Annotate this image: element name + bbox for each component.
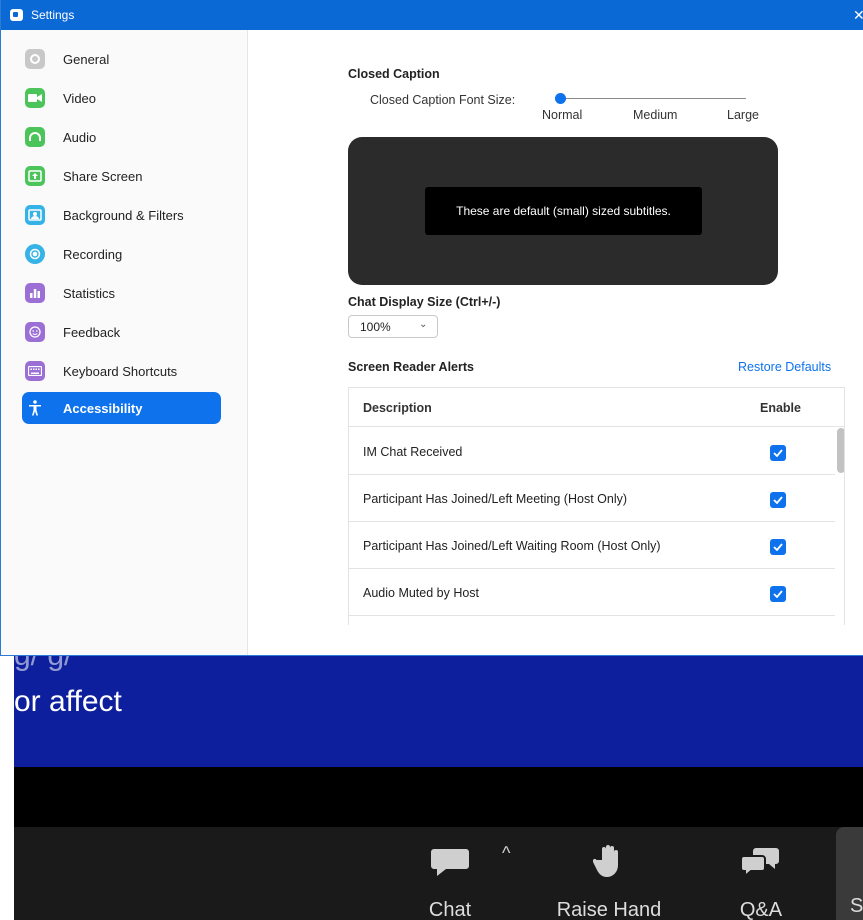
partial-toolbar-button[interactable]: S — [836, 827, 863, 920]
table-header: Description Enable — [349, 388, 844, 427]
settings-sidebar: General Video Audio Share Screen Backgro… — [1, 30, 248, 655]
keyboard-icon — [25, 361, 45, 381]
gear-icon — [25, 49, 45, 69]
row-description: Participant Has Joined/Left Waiting Room… — [363, 539, 661, 553]
sidebar-item-label: General — [63, 51, 110, 67]
sidebar-item-video[interactable]: Video — [22, 82, 221, 114]
closed-caption-heading: Closed Caption — [348, 67, 440, 81]
meeting-video-area — [14, 767, 863, 827]
slider-label-normal: Normal — [542, 108, 583, 122]
headphones-icon — [25, 127, 45, 147]
restore-defaults-link[interactable]: Restore Defaults — [738, 360, 831, 374]
sidebar-item-label: Recording — [63, 246, 123, 262]
close-icon[interactable]: ✕ — [853, 7, 863, 24]
qa-button[interactable]: Q&A — [729, 827, 793, 920]
raise-hand-button[interactable]: Raise Hand — [544, 827, 674, 920]
background-edge — [0, 655, 14, 920]
column-description: Description — [363, 401, 432, 415]
sidebar-item-label: Accessibility — [63, 400, 143, 416]
chat-icon — [430, 845, 470, 877]
accessibility-icon — [25, 398, 45, 418]
partial-toolbar-label: S — [850, 895, 863, 917]
sidebar-item-label: Video — [63, 90, 97, 106]
caption-preview-text: These are default (small) sized subtitle… — [425, 187, 702, 235]
raise-hand-label: Raise Hand — [556, 899, 662, 920]
chat-size-value: 100% — [360, 320, 391, 334]
sidebar-item-audio[interactable]: Audio — [22, 121, 221, 153]
sidebar-item-label: Background & Filters — [63, 207, 184, 223]
slider-label-medium: Medium — [633, 108, 678, 122]
slide-partial-text: g/ g/ — [14, 655, 73, 672]
caption-preview: These are default (small) sized subtitle… — [348, 137, 778, 285]
zoom-app-icon — [10, 9, 23, 21]
slider-thumb[interactable] — [555, 93, 566, 104]
video-camera-icon — [25, 88, 45, 108]
table-scrollbar[interactable] — [837, 428, 844, 473]
enable-checkbox[interactable] — [770, 539, 786, 555]
settings-window: Settings ✕ General Video Audio Share Scr… — [0, 0, 863, 656]
sidebar-item-keyboard-shortcuts[interactable]: Keyboard Shortcuts — [22, 355, 221, 387]
sidebar-item-label: Statistics — [63, 285, 116, 301]
caption-font-size-slider[interactable] — [561, 98, 746, 99]
slide-text: or affect — [14, 685, 122, 718]
sidebar-item-background-filters[interactable]: Background & Filters — [22, 199, 221, 231]
screen-reader-alerts-table: Description Enable IM Chat Received Part… — [348, 387, 845, 625]
meeting-slide: g/ g/ or affect — [14, 655, 863, 767]
chat-label: Chat — [428, 899, 472, 920]
sidebar-item-share-screen[interactable]: Share Screen — [22, 160, 221, 192]
qa-label: Q&A — [739, 899, 783, 920]
sidebar-item-accessibility[interactable]: Accessibility — [22, 392, 221, 424]
title-bar: Settings ✕ — [1, 0, 863, 30]
hand-icon — [593, 845, 625, 877]
statistics-icon — [25, 283, 45, 303]
settings-content: Closed Caption Closed Caption Font Size:… — [249, 30, 863, 655]
sidebar-item-recording[interactable]: Recording — [22, 238, 221, 270]
background-filter-icon — [25, 205, 45, 225]
row-description: Audio Muted by Host — [363, 586, 480, 600]
sidebar-item-label: Share Screen — [63, 168, 143, 184]
enable-checkbox[interactable] — [770, 586, 786, 602]
row-description: Participant Has Joined/Left Meeting (Hos… — [363, 492, 628, 506]
chat-options-caret[interactable]: ^ — [502, 843, 510, 864]
caption-font-size-label: Closed Caption Font Size: — [370, 93, 516, 107]
qa-icon — [741, 845, 781, 877]
sidebar-item-statistics[interactable]: Statistics — [22, 277, 221, 309]
share-screen-icon — [25, 166, 45, 186]
chevron-down-icon: ⌄ — [419, 319, 428, 330]
sidebar-item-feedback[interactable]: Feedback — [22, 316, 221, 348]
sidebar-item-label: Keyboard Shortcuts — [63, 363, 178, 379]
window-title: Settings — [31, 8, 75, 22]
sidebar-item-label: Feedback — [63, 324, 121, 340]
row-description: IM Chat Received — [363, 445, 463, 459]
meeting-toolbar: Chat ^ Raise Hand Q&A S — [14, 827, 863, 920]
enable-checkbox[interactable] — [770, 492, 786, 508]
smiley-icon — [25, 322, 45, 342]
table-row: Audio Muted by Host — [349, 569, 835, 616]
table-row: Participant Has Joined/Left Waiting Room… — [349, 522, 835, 569]
chat-button[interactable]: Chat — [418, 827, 482, 920]
slider-label-large: Large — [727, 108, 759, 122]
enable-checkbox[interactable] — [770, 445, 786, 461]
column-enable: Enable — [760, 401, 801, 415]
record-icon — [25, 244, 45, 264]
chat-display-heading: Chat Display Size (Ctrl+/-) — [348, 295, 501, 309]
screen-reader-heading: Screen Reader Alerts — [348, 360, 474, 374]
chat-size-select[interactable]: 100% ⌄ — [348, 315, 438, 338]
table-row: Participant Has Joined/Left Meeting (Hos… — [349, 475, 835, 522]
sidebar-item-general[interactable]: General — [22, 43, 221, 75]
sidebar-item-label: Audio — [63, 129, 97, 145]
table-row: IM Chat Received — [349, 428, 835, 475]
